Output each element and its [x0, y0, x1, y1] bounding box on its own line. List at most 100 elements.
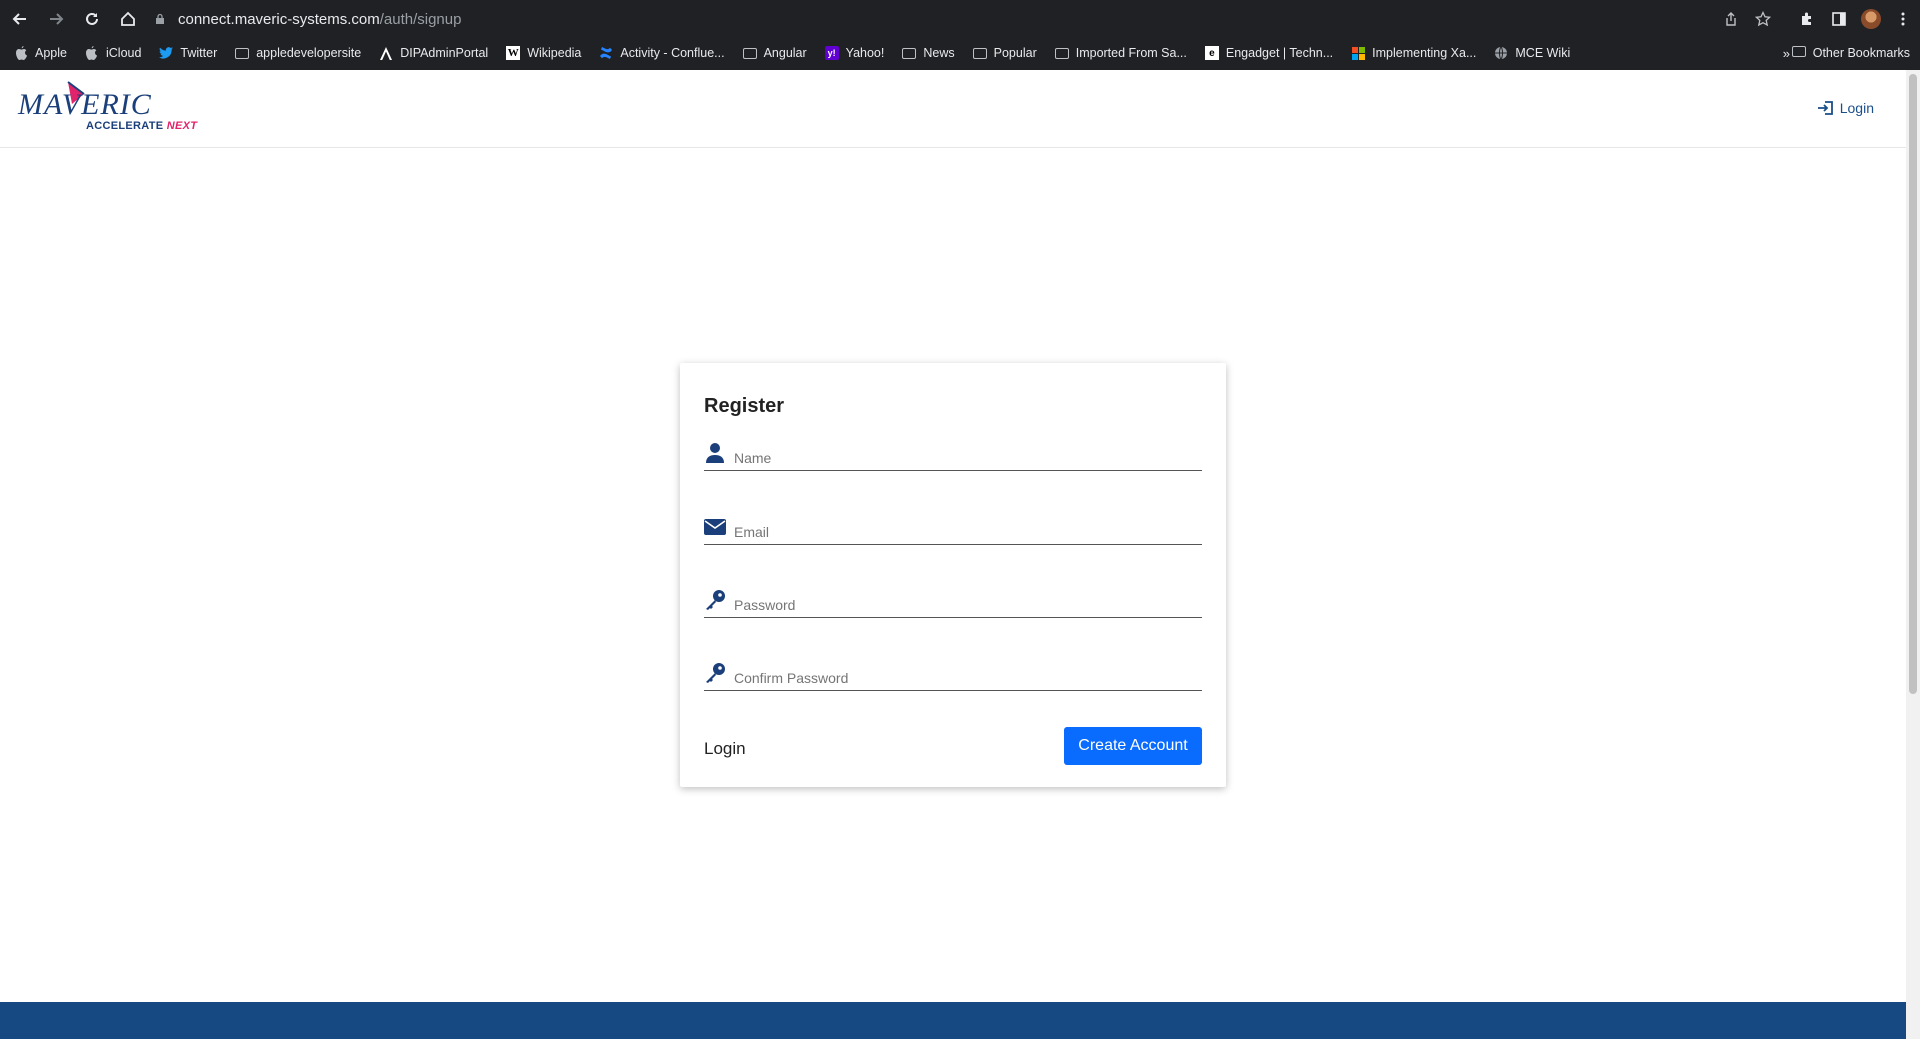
page-scrollbar[interactable]: [1906, 70, 1920, 1039]
bookmark-label: Activity - Conflue...: [620, 46, 725, 60]
lock-icon: [156, 13, 164, 24]
password-field: [704, 586, 1202, 618]
bookmark-label: Implementing Xa...: [1372, 46, 1477, 60]
microsoft-icon: [1351, 46, 1365, 60]
profile-button[interactable]: [1858, 6, 1884, 32]
bookmark-item[interactable]: MCE Wiki: [1494, 46, 1570, 60]
login-link[interactable]: Login: [704, 739, 746, 759]
browser-actions: [1788, 6, 1916, 32]
apple-icon: [14, 46, 28, 60]
site-header: MAVERIC ACCELERATE NEXT Login: [0, 70, 1906, 148]
bookmark-label: DIPAdminPortal: [400, 46, 489, 60]
side-panel-icon: [1832, 12, 1846, 26]
arrow-left-icon: [12, 13, 26, 25]
engadget-icon: e: [1204, 46, 1219, 60]
bookmark-item[interactable]: Imported From Sa...: [1054, 46, 1187, 60]
bookmark-label: Angular: [763, 46, 807, 60]
logo-tagline-next: NEXT: [166, 120, 198, 132]
bookmark-item[interactable]: iCloud: [85, 46, 141, 60]
bookmark-label: Apple: [35, 46, 67, 60]
confirm-password-input[interactable]: [734, 670, 1194, 686]
bookmark-item[interactable]: Implementing Xa...: [1351, 46, 1476, 60]
bookmark-label: MCE Wiki: [1515, 46, 1571, 60]
bookmark-item[interactable]: DIPAdminPortal: [379, 46, 488, 60]
bookmark-label: Imported From Sa...: [1075, 46, 1187, 60]
maveric-logo[interactable]: MAVERIC ACCELERATE NEXT: [18, 78, 198, 138]
url-path: /auth/signup: [379, 10, 462, 28]
bookmark-item[interactable]: y! Yahoo!: [824, 46, 885, 60]
name-input[interactable]: [734, 450, 1194, 466]
bookmark-star-button[interactable]: [1750, 6, 1776, 32]
folder-icon: [972, 46, 987, 60]
extensions-button[interactable]: [1794, 6, 1820, 32]
omnibox-actions: [1712, 6, 1776, 32]
name-field: [704, 439, 1202, 471]
browser-toolbar: connect.maveric-systems.com/auth/signup: [0, 0, 1920, 38]
share-icon: [1726, 12, 1736, 26]
arrow-right-icon: [50, 13, 64, 25]
email-field: [704, 513, 1202, 545]
address-bar[interactable]: connect.maveric-systems.com/auth/signup: [140, 4, 1780, 34]
bookmarks-overflow-button[interactable]: »: [1783, 46, 1790, 61]
confirm-password-field: [704, 659, 1202, 691]
url-host: connect.maveric-systems.com: [178, 10, 380, 28]
reload-button[interactable]: [76, 3, 108, 35]
angular-icon: [379, 46, 393, 60]
twitter-icon: [159, 46, 174, 60]
side-panel-button[interactable]: [1826, 6, 1852, 32]
bookmark-label: Popular: [993, 46, 1037, 60]
header-login-label: Login: [1839, 100, 1874, 116]
home-icon: [121, 11, 135, 26]
other-bookmarks[interactable]: Other Bookmarks: [1791, 46, 1910, 60]
globe-icon: [1494, 46, 1508, 60]
bookmark-label: Wikipedia: [527, 46, 582, 60]
key-icon: [704, 589, 726, 611]
forward-button[interactable]: [40, 3, 72, 35]
bookmark-item[interactable]: Apple: [14, 46, 67, 60]
register-title: Register: [704, 395, 785, 417]
folder-icon: [742, 46, 757, 60]
yahoo-icon: y!: [824, 46, 839, 60]
share-button[interactable]: [1718, 6, 1744, 32]
folder-icon: [902, 46, 917, 60]
bookmark-item[interactable]: Twitter: [159, 46, 217, 60]
menu-button[interactable]: [1890, 6, 1916, 32]
password-input[interactable]: [734, 597, 1194, 613]
bookmark-item[interactable]: News: [902, 46, 955, 60]
login-icon: [1817, 101, 1833, 115]
folder-icon: [1791, 46, 1806, 60]
bookmark-item[interactable]: e Engadget | Techn...: [1204, 46, 1333, 60]
header-login-link[interactable]: Login: [1816, 98, 1874, 118]
create-account-button[interactable]: Create Account: [1064, 727, 1202, 765]
folder-icon: [1054, 46, 1069, 60]
other-bookmarks-label: Other Bookmarks: [1812, 46, 1910, 60]
bookmark-item[interactable]: W Wikipedia: [506, 46, 581, 60]
apple-icon: [85, 46, 99, 60]
register-card: Register Login Create Accou: [680, 363, 1226, 787]
avatar: [1861, 9, 1881, 29]
bookmark-item[interactable]: appledevelopersite: [235, 46, 361, 60]
bookmark-item[interactable]: Activity - Conflue...: [599, 46, 725, 60]
person-icon: [704, 442, 726, 464]
bookmark-label: Yahoo!: [845, 46, 885, 60]
logo-tagline-accelerate: ACCELERATE: [86, 120, 164, 132]
bookmarks-bar: Apple iCloud Twitter appledevelopersite DIPA…: [0, 40, 1920, 66]
back-button[interactable]: [4, 3, 36, 35]
page: MAVERIC ACCELERATE NEXT Login Register N…: [0, 70, 1906, 1039]
bookmark-item[interactable]: Popular: [972, 46, 1037, 60]
site-footer: [0, 1002, 1906, 1039]
scrollbar-thumb[interactable]: [1909, 74, 1917, 694]
star-icon: [1755, 11, 1771, 27]
logo-tagline: ACCELERATE NEXT: [86, 120, 197, 132]
email-input[interactable]: [734, 524, 1194, 540]
bookmark-item[interactable]: Angular: [742, 46, 807, 60]
envelope-icon: [704, 516, 726, 538]
bookmark-label: News: [923, 46, 955, 60]
bookmark-label: iCloud: [105, 46, 142, 60]
more-vert-icon: [1901, 12, 1905, 26]
confluence-icon: [599, 46, 613, 60]
logo-wordmark: MAVERIC: [18, 88, 152, 121]
wikipedia-icon: W: [506, 46, 521, 60]
browser-chrome: connect.maveric-systems.com/auth/signup: [0, 0, 1920, 70]
folder-icon: [235, 46, 250, 60]
